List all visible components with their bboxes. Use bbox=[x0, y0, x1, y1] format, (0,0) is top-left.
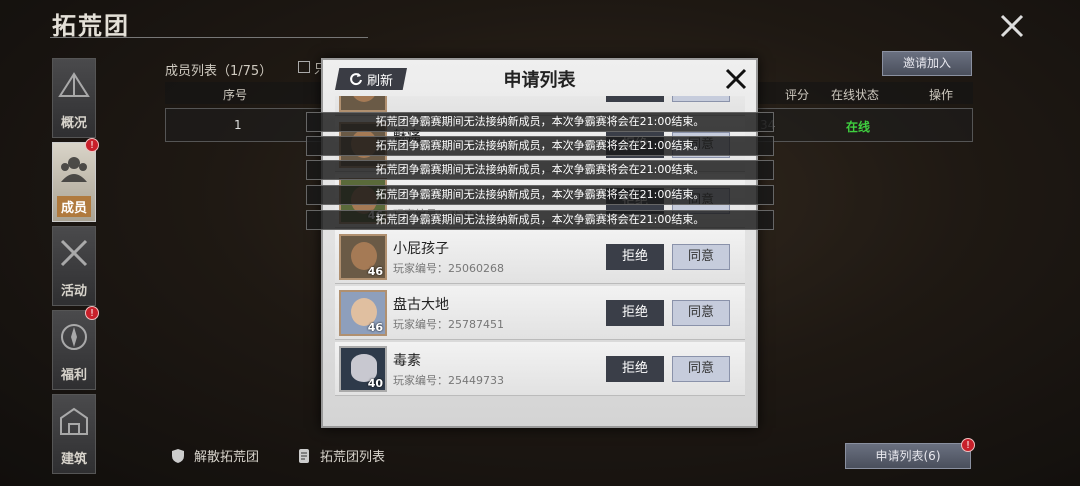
building-icon bbox=[60, 407, 88, 435]
toast-message: 拓荒团争霸赛期间无法接纳新成员，本次争霸赛将会在21:00结束。 bbox=[306, 112, 774, 132]
column-header: 评分 bbox=[785, 88, 810, 102]
sidebar-item-building[interactable]: 建筑 bbox=[52, 394, 96, 474]
sidebar-item-members[interactable]: ! 成员 bbox=[52, 138, 99, 222]
reject-button[interactable]: 拒绝 bbox=[606, 96, 664, 102]
crossed-swords-icon bbox=[60, 239, 88, 267]
close-icon[interactable] bbox=[996, 10, 1028, 42]
notification-badge: ! bbox=[85, 306, 99, 320]
sidebar-item-activity[interactable]: 活动 bbox=[52, 226, 96, 306]
player-name: 小屁孩子 bbox=[393, 241, 449, 257]
disband-label: 解散拓荒团 bbox=[194, 450, 260, 465]
notification-badge: ! bbox=[85, 138, 99, 152]
agree-button[interactable]: 同意 bbox=[672, 300, 730, 326]
scroll-icon bbox=[299, 448, 309, 463]
team-list-label: 拓荒团列表 bbox=[320, 450, 386, 465]
avatar: 46 bbox=[339, 290, 387, 336]
toast-message: 拓荒团争霸赛期间无法接纳新成员，本次争霸赛将会在21:00结束。 bbox=[306, 160, 774, 180]
toast-message: 拓荒团争霸赛期间无法接纳新成员，本次争霸赛将会在21:00结束。 bbox=[306, 185, 774, 205]
reject-button[interactable]: 拒绝 bbox=[606, 244, 664, 270]
avatar: 40 bbox=[339, 346, 387, 392]
compass-icon bbox=[61, 324, 87, 350]
member-list-header: 成员列表（1/75） bbox=[165, 64, 273, 79]
player-name: 盘古大地 bbox=[393, 297, 449, 313]
sidebar-item-label: 建筑 bbox=[60, 452, 87, 467]
sidebar-item-label: 成员 bbox=[56, 196, 91, 217]
avatar bbox=[339, 96, 387, 112]
column-header: 在线状态 bbox=[831, 88, 880, 102]
toast-message: 拓荒团争霸赛期间无法接纳新成员，本次争霸赛将会在21:00结束。 bbox=[306, 210, 774, 230]
dialog-title: 申请列表 bbox=[503, 70, 576, 91]
list-item: 46 小屁孩子 玩家编号：25060268 拒绝 同意 bbox=[335, 230, 745, 284]
sidebar-item-label: 福利 bbox=[60, 368, 87, 383]
team-list-button[interactable]: 拓荒团列表 bbox=[296, 446, 385, 465]
agree-button[interactable]: 同意 bbox=[672, 244, 730, 270]
close-icon[interactable] bbox=[724, 67, 748, 91]
player-id: 玩家编号：25060268 bbox=[393, 262, 504, 275]
sidebar: 概况 ! 成员 活动 ! 福利 建筑 bbox=[52, 58, 99, 478]
sidebar-item-overview[interactable]: 概况 bbox=[52, 58, 96, 138]
toast-message: 拓荒团争霸赛期间无法接纳新成员，本次争霸赛将会在21:00结束。 bbox=[306, 136, 774, 156]
page-title: 拓荒团 bbox=[52, 12, 130, 40]
apply-list-button[interactable]: 申请列表(6) bbox=[845, 443, 971, 469]
notification-badge: ! bbox=[961, 438, 975, 452]
list-item: 46 盘古大地 玩家编号：25787451 拒绝 同意 bbox=[335, 286, 745, 340]
invite-button[interactable]: 邀请加入 bbox=[882, 51, 972, 76]
title-divider bbox=[50, 37, 368, 38]
shield-icon bbox=[172, 448, 184, 463]
sidebar-item-welfare[interactable]: ! 福利 bbox=[52, 306, 99, 390]
agree-button[interactable]: 同意 bbox=[672, 356, 730, 382]
sidebar-item-label: 活动 bbox=[60, 284, 87, 299]
disband-button[interactable]: 解散拓荒团 bbox=[170, 446, 259, 465]
player-name: 毒素 bbox=[393, 353, 421, 369]
list-item: 40 毒素 玩家编号：25449733 拒绝 同意 bbox=[335, 342, 745, 396]
player-id: 玩家编号：25449733 bbox=[393, 374, 504, 387]
column-header: 序号 bbox=[223, 88, 248, 102]
reject-button[interactable]: 拒绝 bbox=[606, 356, 664, 382]
row-index: 1 bbox=[234, 118, 242, 132]
agree-button[interactable]: 同意 bbox=[672, 96, 730, 102]
sidebar-item-label: 概况 bbox=[60, 116, 87, 131]
filter-checkbox[interactable] bbox=[298, 61, 310, 73]
group-icon bbox=[61, 157, 87, 182]
tent-icon bbox=[58, 72, 90, 97]
reject-button[interactable]: 拒绝 bbox=[606, 300, 664, 326]
column-header: 操作 bbox=[929, 88, 954, 102]
avatar: 46 bbox=[339, 234, 387, 280]
player-id: 玩家编号：25787451 bbox=[393, 318, 504, 331]
row-online-status: 在线 bbox=[846, 120, 871, 134]
